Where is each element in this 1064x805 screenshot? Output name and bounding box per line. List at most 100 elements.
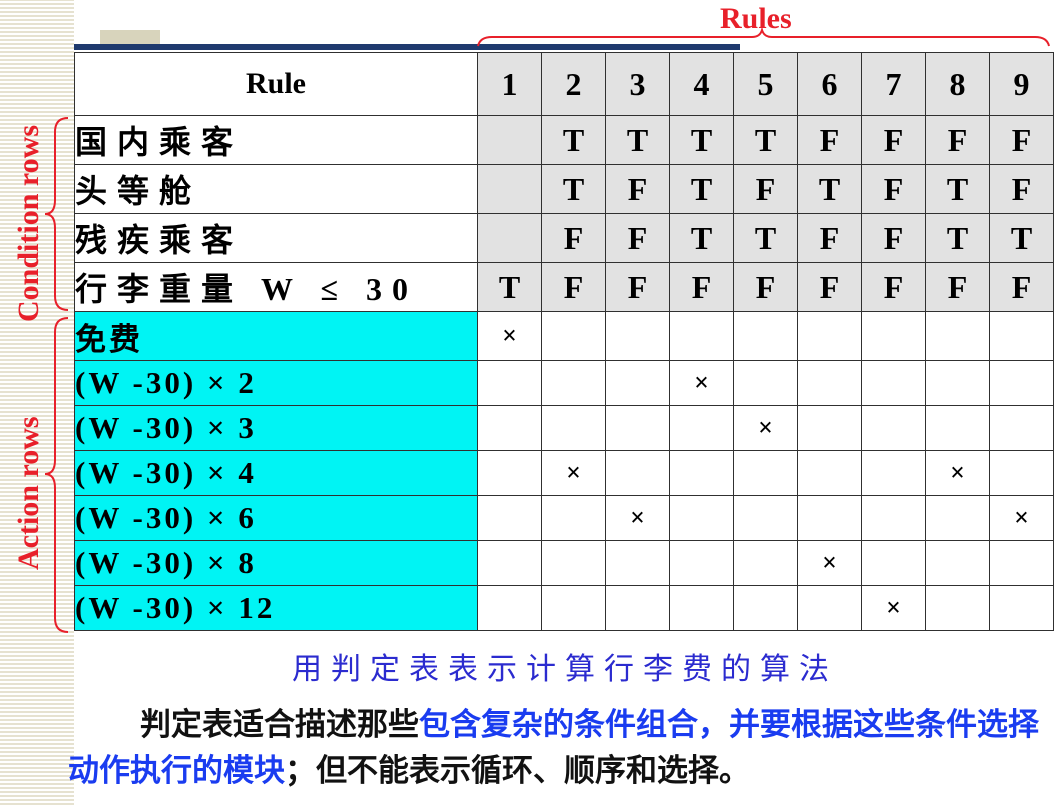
action-mark [669, 585, 734, 631]
action-row-x12: (W -30) × 12 × [74, 585, 1054, 631]
action-mark [925, 405, 990, 451]
action-mark [989, 450, 1054, 496]
condition-value: F [925, 115, 990, 165]
paragraph-part-3: ；但不能表示循环、顺序和选择。 [285, 753, 750, 789]
condition-label: 残疾乘客 [74, 213, 478, 263]
condition-value [477, 213, 542, 263]
action-label: (W -30) × 4 [74, 450, 478, 496]
action-mark [925, 360, 990, 406]
action-mark [925, 311, 990, 361]
condition-value: F [925, 262, 990, 312]
action-mark [605, 360, 670, 406]
condition-value: T [669, 164, 734, 214]
action-mark [669, 540, 734, 586]
condition-value: T [541, 115, 606, 165]
condition-value: F [989, 115, 1054, 165]
condition-value: F [989, 164, 1054, 214]
action-mark [605, 405, 670, 451]
action-mark [541, 540, 606, 586]
rule-number: 6 [797, 52, 862, 116]
action-mark [669, 495, 734, 541]
condition-value: T [797, 164, 862, 214]
action-mark [797, 585, 862, 631]
action-mark [925, 585, 990, 631]
condition-value: F [605, 262, 670, 312]
action-mark [541, 405, 606, 451]
action-mark [733, 585, 798, 631]
rule-header-row: Rule 1 2 3 4 5 6 7 8 9 [74, 52, 1054, 116]
condition-value: F [669, 262, 734, 312]
action-mark [477, 495, 542, 541]
action-mark: × [669, 360, 734, 406]
action-label: (W -30) × 12 [74, 585, 478, 631]
action-mark: × [605, 495, 670, 541]
condition-row-disabled: 残疾乘客 F F T T F F T T [74, 213, 1054, 263]
condition-value [477, 164, 542, 214]
rule-number: 8 [925, 52, 990, 116]
action-mark [861, 311, 926, 361]
condition-value [477, 115, 542, 165]
action-mark [541, 311, 606, 361]
action-mark [797, 405, 862, 451]
action-mark [989, 585, 1054, 631]
action-mark: × [925, 450, 990, 496]
action-mark [925, 540, 990, 586]
action-mark [477, 450, 542, 496]
action-mark: × [861, 585, 926, 631]
action-mark [989, 360, 1054, 406]
action-mark [797, 495, 862, 541]
condition-value: T [669, 115, 734, 165]
paragraph-part-1: 判定表适合描述那些 [140, 707, 419, 743]
action-mark [541, 585, 606, 631]
condition-row-weight: 行李重量 W ≤ 30 T F F F F F F F F [74, 262, 1054, 312]
action-mark: × [989, 495, 1054, 541]
rule-number: 4 [669, 52, 734, 116]
action-mark: × [797, 540, 862, 586]
condition-value: T [733, 115, 798, 165]
condition-value: F [541, 262, 606, 312]
action-mark [541, 495, 606, 541]
action-row-x3: (W -30) × 3 × [74, 405, 1054, 451]
action-mark [989, 405, 1054, 451]
condition-value: F [605, 164, 670, 214]
condition-value: F [989, 262, 1054, 312]
action-mark [669, 311, 734, 361]
action-mark [605, 540, 670, 586]
action-label: (W -30) × 6 [74, 495, 478, 541]
decision-table: Rule 1 2 3 4 5 6 7 8 9 国内乘客 T T T T F F … [74, 52, 1054, 631]
condition-label: 国内乘客 [74, 115, 478, 165]
condition-value: T [733, 213, 798, 263]
rule-column-header: Rule [74, 52, 478, 116]
rule-number: 3 [605, 52, 670, 116]
action-mark [797, 450, 862, 496]
action-row-free: 免费 × [74, 311, 1054, 361]
condition-value: F [733, 164, 798, 214]
condition-value: F [861, 213, 926, 263]
condition-value: T [925, 213, 990, 263]
action-mark [989, 311, 1054, 361]
condition-value: T [605, 115, 670, 165]
action-mark [733, 495, 798, 541]
condition-value: T [669, 213, 734, 263]
action-mark [733, 311, 798, 361]
action-row-x4: (W -30) × 4 × × [74, 450, 1054, 496]
action-row-x6: (W -30) × 6 × × [74, 495, 1054, 541]
rule-number: 5 [733, 52, 798, 116]
condition-value: F [733, 262, 798, 312]
action-mark [989, 540, 1054, 586]
condition-label: 行李重量 W ≤ 30 [74, 262, 478, 312]
action-mark [477, 360, 542, 406]
condition-value: T [925, 164, 990, 214]
action-mark [605, 585, 670, 631]
action-label: (W -30) × 2 [74, 360, 478, 406]
action-mark [669, 450, 734, 496]
condition-rows-label: Condition rows [12, 125, 45, 322]
action-mark [861, 495, 926, 541]
action-mark [861, 450, 926, 496]
condition-value: F [861, 164, 926, 214]
action-label: (W -30) × 8 [74, 540, 478, 586]
action-mark [797, 311, 862, 361]
rule-number: 9 [989, 52, 1054, 116]
action-mark [541, 360, 606, 406]
condition-value: F [861, 115, 926, 165]
